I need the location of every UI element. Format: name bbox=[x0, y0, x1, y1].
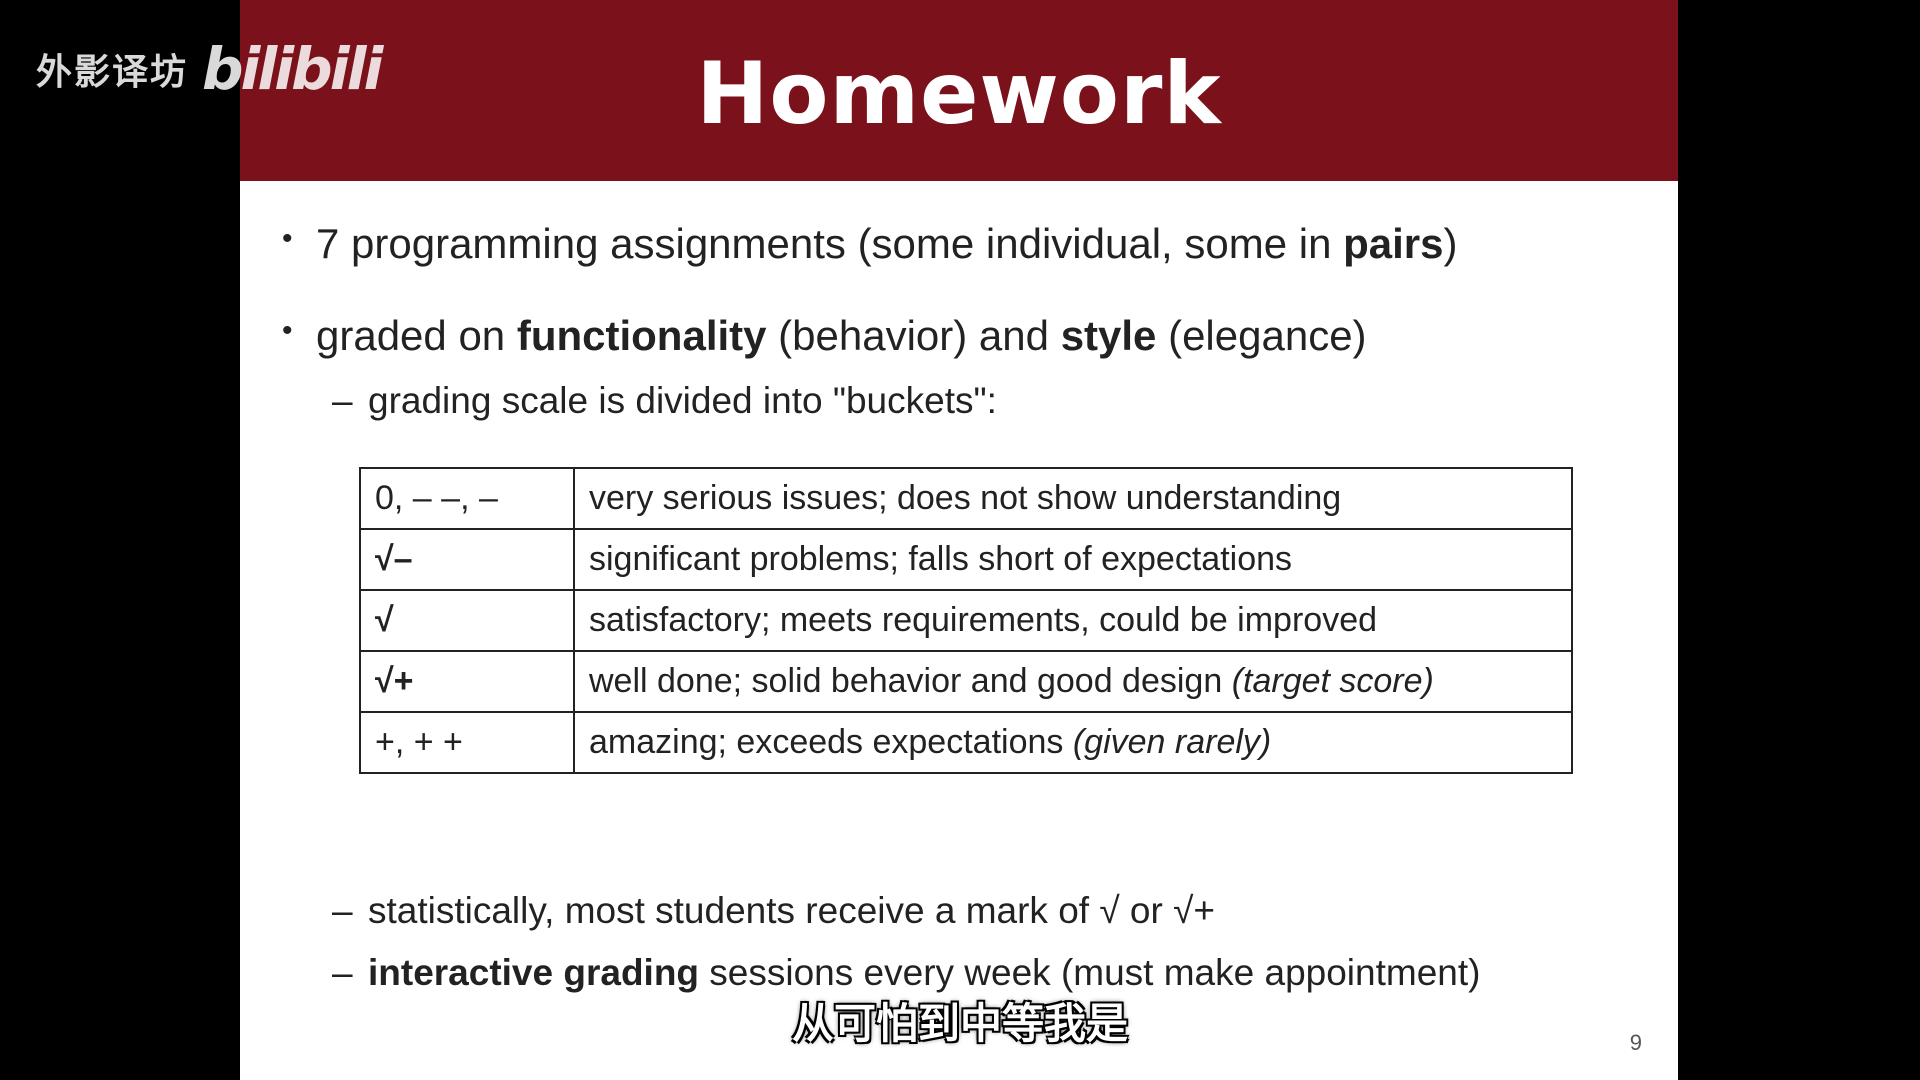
table-row: √ satisfactory; meets requirements, coul… bbox=[359, 589, 1573, 652]
watermark: 外影译坊 bilibili bbox=[36, 35, 383, 103]
dash-icon: – bbox=[332, 890, 353, 931]
grade-mark: +, + + bbox=[359, 711, 575, 774]
grade-mark: √– bbox=[359, 528, 575, 591]
grade-note: (target score) bbox=[1231, 662, 1434, 700]
grade-note: (given rarely) bbox=[1072, 723, 1272, 761]
table-row: 0, – –, – very serious issues; does not … bbox=[359, 467, 1573, 530]
bullet-text: (elegance) bbox=[1156, 312, 1367, 359]
bullet-text: ) bbox=[1443, 220, 1458, 267]
grade-description: significant problems; falls short of exp… bbox=[573, 528, 1573, 591]
bullet-icon: • bbox=[282, 314, 293, 347]
bullet-emphasis: pairs bbox=[1343, 220, 1444, 267]
table-row: +, + + amazing; exceeds expectations (gi… bbox=[359, 711, 1573, 774]
table-row: √– significant problems; falls short of … bbox=[359, 528, 1573, 591]
grade-mark: √ bbox=[359, 589, 575, 652]
table-row: √+ well done; solid behavior and good de… bbox=[359, 650, 1573, 713]
video-subtitle: 从可怕到中等我是 bbox=[791, 999, 1128, 1048]
bullet-emphasis: style bbox=[1060, 312, 1157, 359]
bilibili-logo: bilibili bbox=[202, 35, 383, 103]
grade-description: well done; solid behavior and good desig… bbox=[573, 650, 1573, 713]
bullet-icon: • bbox=[282, 222, 293, 255]
dash-icon: – bbox=[332, 952, 353, 993]
bullet-assignments: • 7 programming assignments (some indivi… bbox=[282, 220, 1458, 268]
sub-bullet-statistics: – statistically, most students receive a… bbox=[332, 890, 1215, 932]
grade-description: amazing; exceeds expectations (given rar… bbox=[573, 711, 1573, 774]
sub-bullet-text: grading scale is divided into "buckets": bbox=[368, 380, 997, 421]
bullet-text: (behavior) and bbox=[766, 312, 1061, 359]
grade-mark: √+ bbox=[359, 650, 575, 713]
sub-bullet-emphasis: interactive grading bbox=[368, 952, 700, 993]
sub-bullet-text: sessions every week (must make appointme… bbox=[699, 952, 1481, 993]
sub-bullet-text: statistically, most students receive a m… bbox=[368, 890, 1216, 931]
bullet-text: 7 programming assignments (some individu… bbox=[316, 220, 1344, 267]
sub-bullet-buckets: – grading scale is divided into "buckets… bbox=[332, 380, 997, 422]
bullet-emphasis: functionality bbox=[516, 312, 767, 359]
grade-description: very serious issues; does not show under… bbox=[573, 467, 1573, 530]
bullet-grading: • graded on functionality (behavior) and… bbox=[282, 312, 1367, 360]
grading-table: 0, – –, – very serious issues; does not … bbox=[359, 467, 1573, 774]
slide-content: • 7 programming assignments (some indivi… bbox=[240, 0, 1678, 1080]
sub-bullet-interactive-grading: – interactive grading sessions every wee… bbox=[332, 952, 1480, 994]
dash-icon: – bbox=[332, 380, 353, 421]
watermark-text: 外影译坊 bbox=[36, 52, 189, 93]
grade-mark: 0, – –, – bbox=[359, 467, 575, 530]
slide: Homework • 7 programming assignments (so… bbox=[240, 0, 1678, 1080]
grade-description: satisfactory; meets requirements, could … bbox=[573, 589, 1573, 652]
bullet-text: graded on bbox=[316, 312, 517, 359]
